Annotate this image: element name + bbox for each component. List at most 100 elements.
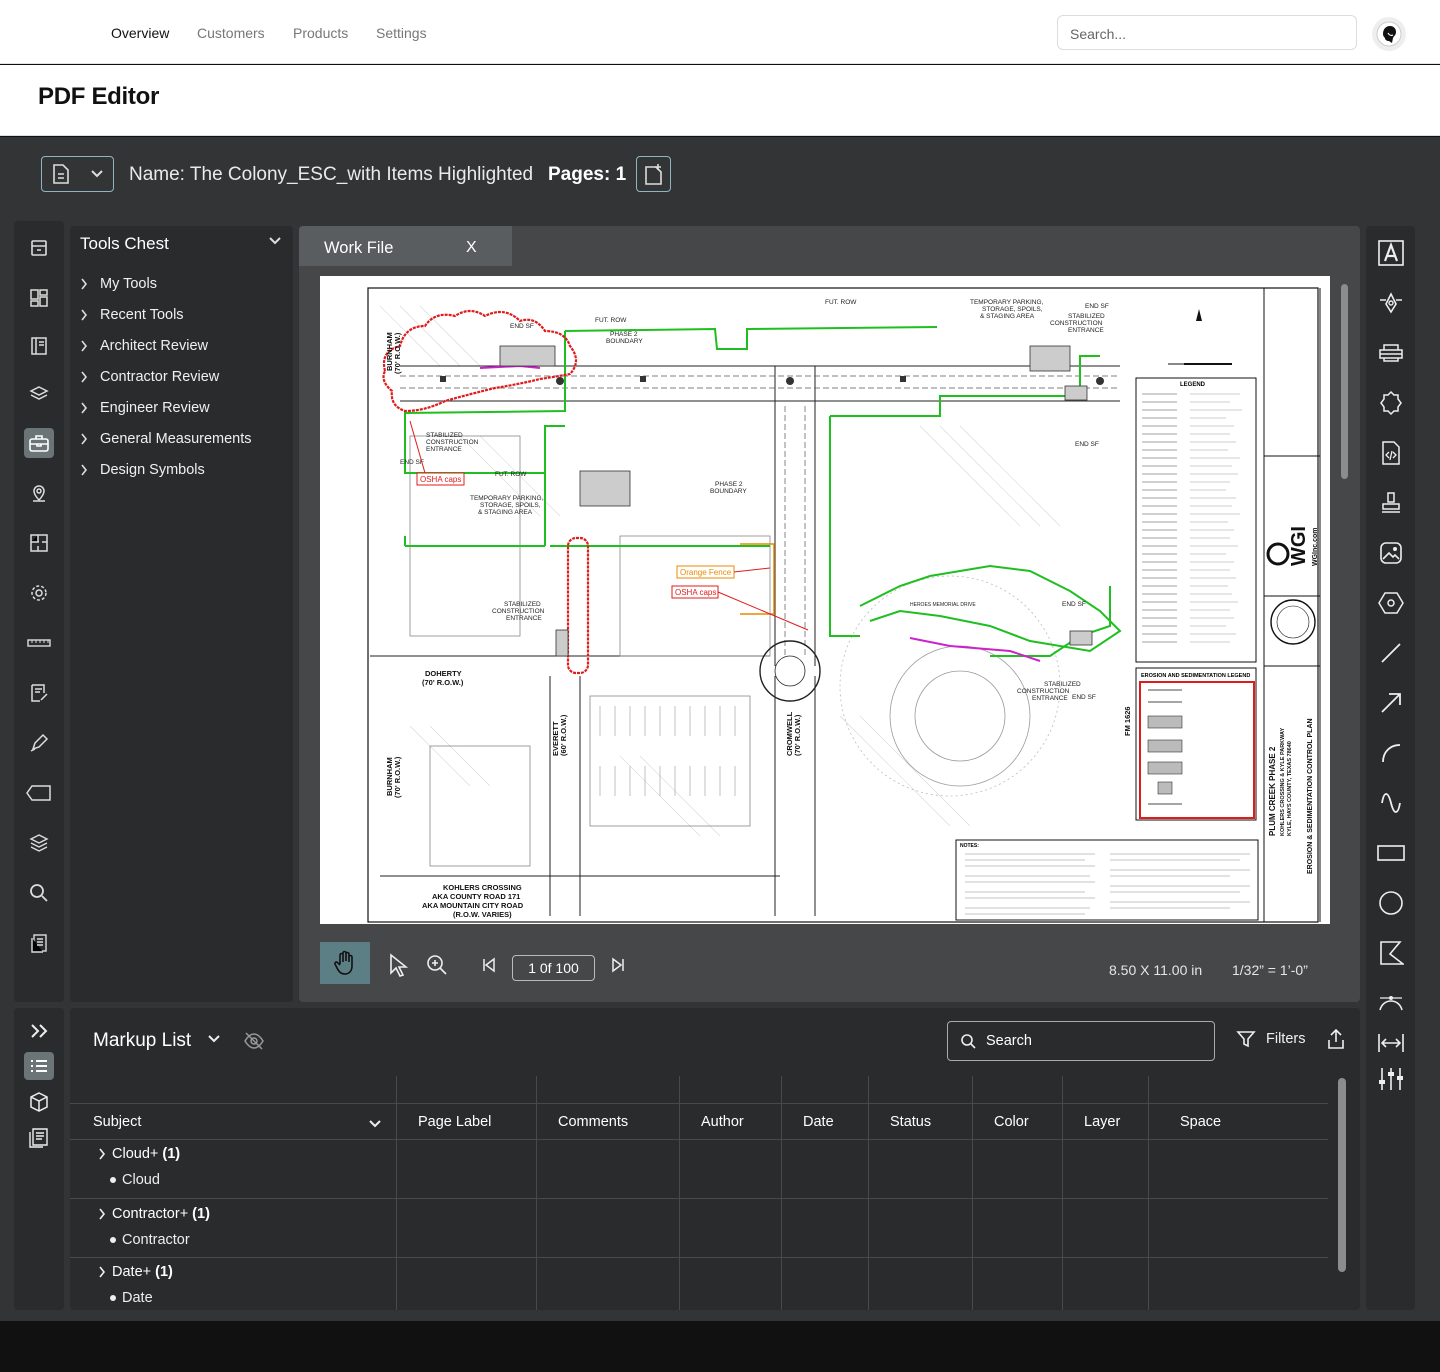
chevron-right-icon (99, 1148, 106, 1160)
measure-width-icon[interactable] (1376, 1028, 1406, 1058)
user-avatar[interactable] (1372, 17, 1406, 51)
svg-text:STABILIZED: STABILIZED (1068, 313, 1105, 320)
page-number-field[interactable]: 1 0f 100 (512, 955, 595, 981)
ruler-icon[interactable] (24, 628, 54, 658)
toolbox-icon[interactable] (24, 428, 54, 458)
cursor-arrow-icon (390, 953, 408, 977)
global-search-input[interactable]: Search... (1057, 15, 1357, 50)
polyline-tool-icon[interactable] (1376, 938, 1406, 968)
image-icon[interactable] (1376, 538, 1406, 568)
markup-search-input[interactable]: Search (947, 1021, 1215, 1061)
pen-nib-icon[interactable] (24, 728, 54, 758)
report-icon[interactable] (24, 1124, 54, 1152)
column-header-color[interactable]: Color (994, 1114, 1029, 1130)
column-header-space[interactable]: Space (1180, 1114, 1221, 1130)
column-header-page-label[interactable]: Page Label (418, 1114, 491, 1130)
callout-orange-fence: Orange Fence (680, 568, 732, 577)
svg-text:(70' R.O.W.): (70' R.O.W.) (422, 678, 464, 687)
markup-item-row[interactable]: Date (110, 1290, 153, 1306)
column-header-status[interactable]: Status (890, 1114, 931, 1130)
pen-tool-icon[interactable] (1376, 288, 1406, 318)
line-tool-icon[interactable] (1376, 638, 1406, 668)
markup-group-row[interactable]: Contractor+ (1) (98, 1206, 210, 1222)
edit-note-icon[interactable] (24, 678, 54, 708)
markup-group-row[interactable]: Cloud+ (1) (98, 1146, 180, 1162)
wave-tool-icon[interactable] (1376, 788, 1406, 818)
close-tab-button[interactable]: X (466, 239, 477, 257)
archive-icon[interactable] (24, 233, 54, 263)
nav-link-overview[interactable]: Overview (111, 25, 169, 41)
chevron-right-icon (81, 309, 88, 321)
export-icon[interactable] (1326, 1028, 1346, 1050)
floorplan-icon[interactable] (24, 528, 54, 558)
printer-icon[interactable] (1376, 338, 1406, 368)
tools-item-my-tools[interactable]: My Tools (80, 273, 157, 295)
chevron-down-icon[interactable] (268, 236, 282, 246)
layers-stack-icon[interactable] (24, 828, 54, 858)
arrow-tool-icon[interactable] (1376, 688, 1406, 718)
select-tool-button[interactable] (386, 953, 410, 977)
column-header-layer[interactable]: Layer (1084, 1114, 1120, 1130)
arc-tool-icon[interactable] (1376, 738, 1406, 768)
rectangle-tool-icon[interactable] (1376, 838, 1406, 868)
eye-off-icon[interactable] (243, 1031, 265, 1051)
sliders-icon[interactable] (1376, 1064, 1406, 1094)
column-header-subject[interactable]: Subject (93, 1114, 141, 1130)
expand-double-chevron-icon[interactable] (24, 1017, 54, 1045)
bullet (110, 1177, 116, 1183)
table-divider (1148, 1076, 1149, 1310)
viewer-vertical-scrollbar[interactable] (1341, 284, 1348, 479)
bezier-tool-icon[interactable] (1376, 988, 1406, 1018)
nav-link-customers[interactable]: Customers (197, 25, 265, 41)
dashboard-icon[interactable] (24, 283, 54, 313)
group-count: (1) (162, 1146, 181, 1162)
file-menu-button[interactable] (41, 156, 114, 192)
last-page-button[interactable] (606, 953, 630, 977)
add-page-button[interactable] (636, 156, 671, 192)
markup-group-row[interactable]: Date+ (1) (98, 1264, 173, 1280)
title-block-address: KOHLERS CROSSING & KYLE PARKWAY (1280, 727, 1286, 836)
markup-list-scrollbar[interactable] (1338, 1078, 1346, 1272)
column-header-comments[interactable]: Comments (558, 1114, 628, 1130)
location-pin-icon[interactable] (24, 478, 54, 508)
nav-link-products[interactable]: Products (293, 25, 348, 41)
svg-text:& STAGING AREA: & STAGING AREA (980, 313, 1035, 320)
tools-item-architect-review[interactable]: Architect Review (80, 335, 208, 357)
chevron-down-icon[interactable] (368, 1119, 382, 1129)
code-file-icon[interactable] (1376, 438, 1406, 468)
first-page-button[interactable] (477, 953, 501, 977)
settings-badge-icon[interactable] (1376, 388, 1406, 418)
markup-item-row[interactable]: Cloud (110, 1172, 160, 1188)
stamp-icon[interactable] (1376, 488, 1406, 518)
documents-icon[interactable] (24, 928, 54, 958)
list-view-icon[interactable] (24, 1052, 54, 1080)
tools-item-recent-tools[interactable]: Recent Tools (80, 304, 184, 326)
circle-tool-icon[interactable] (1376, 888, 1406, 918)
zoom-in-button[interactable] (425, 953, 449, 977)
shape-hex-icon[interactable] (1376, 588, 1406, 618)
filters-button[interactable]: Filters (1236, 1030, 1305, 1048)
markup-item-row[interactable]: Contractor (110, 1232, 190, 1248)
tag-icon[interactable] (24, 778, 54, 808)
column-header-author[interactable]: Author (701, 1114, 744, 1130)
pan-tool-button[interactable] (320, 942, 370, 984)
layers-icon[interactable] (24, 379, 54, 409)
tools-item-engineer-review[interactable]: Engineer Review (80, 397, 210, 419)
tools-item-contractor-review[interactable]: Contractor Review (80, 366, 219, 388)
tools-item-design-symbols[interactable]: Design Symbols (80, 459, 205, 481)
gear-icon[interactable] (24, 578, 54, 608)
cube-icon[interactable] (24, 1088, 54, 1116)
search-icon[interactable] (24, 878, 54, 908)
tools-item-general-measurements[interactable]: General Measurements (80, 428, 252, 450)
chevron-down-icon (91, 170, 103, 178)
tab-work-file[interactable]: Work File X (299, 226, 512, 266)
svg-text:CONSTRUCTION: CONSTRUCTION (492, 608, 545, 615)
column-header-date[interactable]: Date (803, 1114, 834, 1130)
chevron-down-icon[interactable] (207, 1034, 221, 1044)
title-block-sheet-title: EROSION & SEDIMENTATION CONTROL PLAN (1307, 718, 1314, 874)
pdf-page-canvas[interactable]: FUT. ROW FUT. ROW PHASE 2 BOUNDARY PHASE … (320, 276, 1330, 924)
text-tool-icon[interactable] (1376, 238, 1406, 268)
nav-link-settings[interactable]: Settings (376, 25, 427, 41)
svg-text:END SF: END SF (1072, 694, 1096, 701)
book-icon[interactable] (24, 331, 54, 361)
